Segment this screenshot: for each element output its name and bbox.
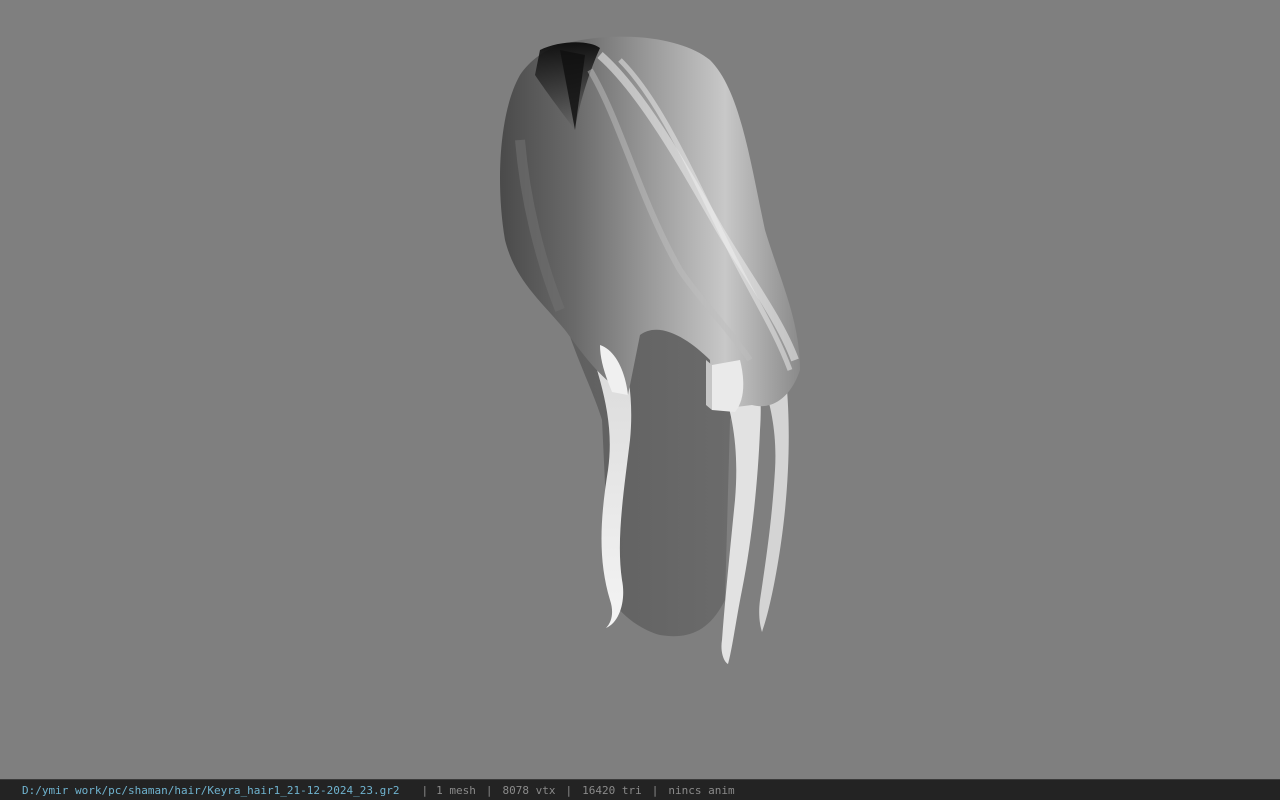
hair-mesh-model xyxy=(500,36,800,664)
mesh-count: 1 mesh xyxy=(436,783,476,797)
separator: | xyxy=(485,783,493,797)
3d-viewport[interactable] xyxy=(0,0,1280,779)
triangle-count: 16420 tri xyxy=(582,783,642,797)
separator: | xyxy=(565,783,573,797)
status-bar: D:/ymir work/pc/shaman/hair/Keyra_hair1_… xyxy=(0,779,1280,800)
separator: | xyxy=(651,783,659,797)
vertex-count: 8078 vtx xyxy=(502,783,556,797)
file-path: D:/ymir work/pc/shaman/hair/Keyra_hair1_… xyxy=(22,783,400,797)
animation-status: nincs anim xyxy=(668,783,735,797)
separator: | xyxy=(421,783,429,797)
